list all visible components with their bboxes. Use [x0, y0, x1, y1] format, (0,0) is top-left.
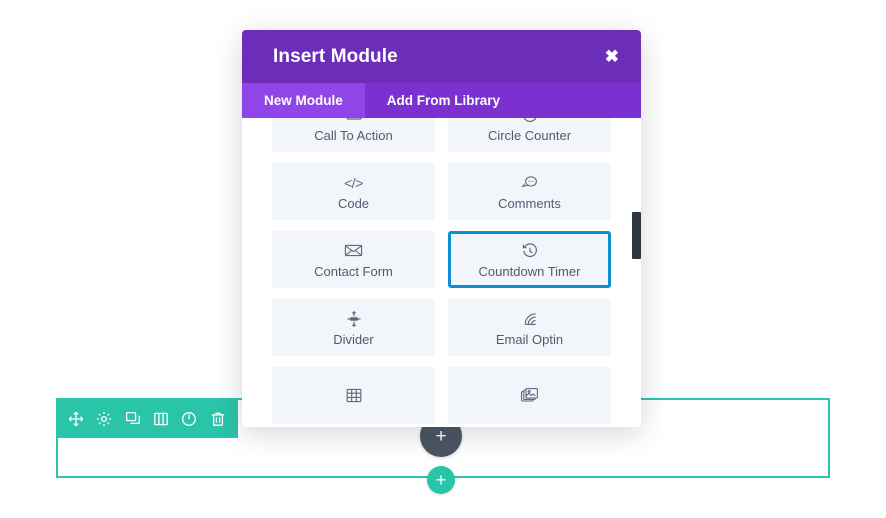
modal-header: Insert Module ✖ — [242, 30, 641, 83]
module-tile-countdown-timer[interactable]: Countdown Timer — [448, 231, 611, 288]
module-tile-code[interactable]: </> Code — [272, 163, 435, 220]
columns-icon[interactable] — [150, 408, 172, 430]
grid-table-icon — [345, 386, 363, 405]
duplicate-icon[interactable] — [122, 408, 144, 430]
module-tile-divider[interactable]: Divider — [272, 299, 435, 356]
module-tile-filterable-portfolio[interactable]: Filterable Portfolio — [272, 367, 435, 424]
modal-tab-bar: New Module Add From Library — [242, 83, 641, 118]
gallery-icon — [520, 386, 539, 405]
module-tile-contact-form[interactable]: Contact Form — [272, 231, 435, 288]
close-icon[interactable]: ✖ — [595, 44, 621, 69]
call-to-action-icon — [345, 118, 363, 124]
clock-icon — [521, 241, 539, 260]
move-icon[interactable] — [65, 408, 87, 430]
add-row-plus-icon: + — [435, 469, 447, 490]
module-label: Countdown Timer — [478, 264, 581, 279]
insert-module-modal: Insert Module ✖ New Module Add From Libr… — [242, 30, 641, 427]
module-tile-email-optin[interactable]: Email Optin — [448, 299, 611, 356]
row-action-toolbar[interactable] — [56, 400, 238, 438]
tab-add-from-library[interactable]: Add From Library — [365, 83, 522, 118]
code-icon: </> — [344, 174, 363, 191]
module-list-scroll-area: Call To Action Circle Counter </> Code C… — [242, 118, 641, 427]
gear-icon[interactable] — [93, 408, 115, 430]
divider-icon — [345, 309, 363, 328]
trash-icon[interactable] — [207, 408, 229, 430]
module-label: Contact Form — [314, 264, 393, 279]
module-label: Code — [337, 196, 370, 211]
envelope-icon — [344, 241, 363, 260]
power-icon[interactable] — [178, 408, 200, 430]
add-row-button[interactable]: + — [427, 466, 455, 494]
comments-icon — [520, 173, 539, 192]
module-label: Email Optin — [495, 332, 564, 347]
module-tile-circle-counter[interactable]: Circle Counter — [448, 118, 611, 152]
module-grid: Call To Action Circle Counter </> Code C… — [242, 118, 641, 424]
module-tile-call-to-action[interactable]: Call To Action — [272, 118, 435, 152]
module-tile-gallery[interactable]: Gallery — [448, 367, 611, 424]
module-tile-comments[interactable]: Comments — [448, 163, 611, 220]
module-label: Divider — [333, 332, 374, 347]
modal-scrollbar[interactable] — [632, 212, 641, 259]
signal-icon — [521, 309, 539, 328]
circle-counter-icon — [521, 118, 539, 124]
modal-scrollbar-track[interactable] — [632, 118, 641, 427]
module-label: Circle Counter — [487, 128, 572, 143]
page-title: Insert Module — [273, 45, 398, 67]
module-label: Comments — [498, 196, 561, 211]
module-label: Call To Action — [314, 128, 393, 143]
insert-module-plus-icon: + — [435, 426, 447, 447]
tab-new-module[interactable]: New Module — [242, 83, 365, 118]
